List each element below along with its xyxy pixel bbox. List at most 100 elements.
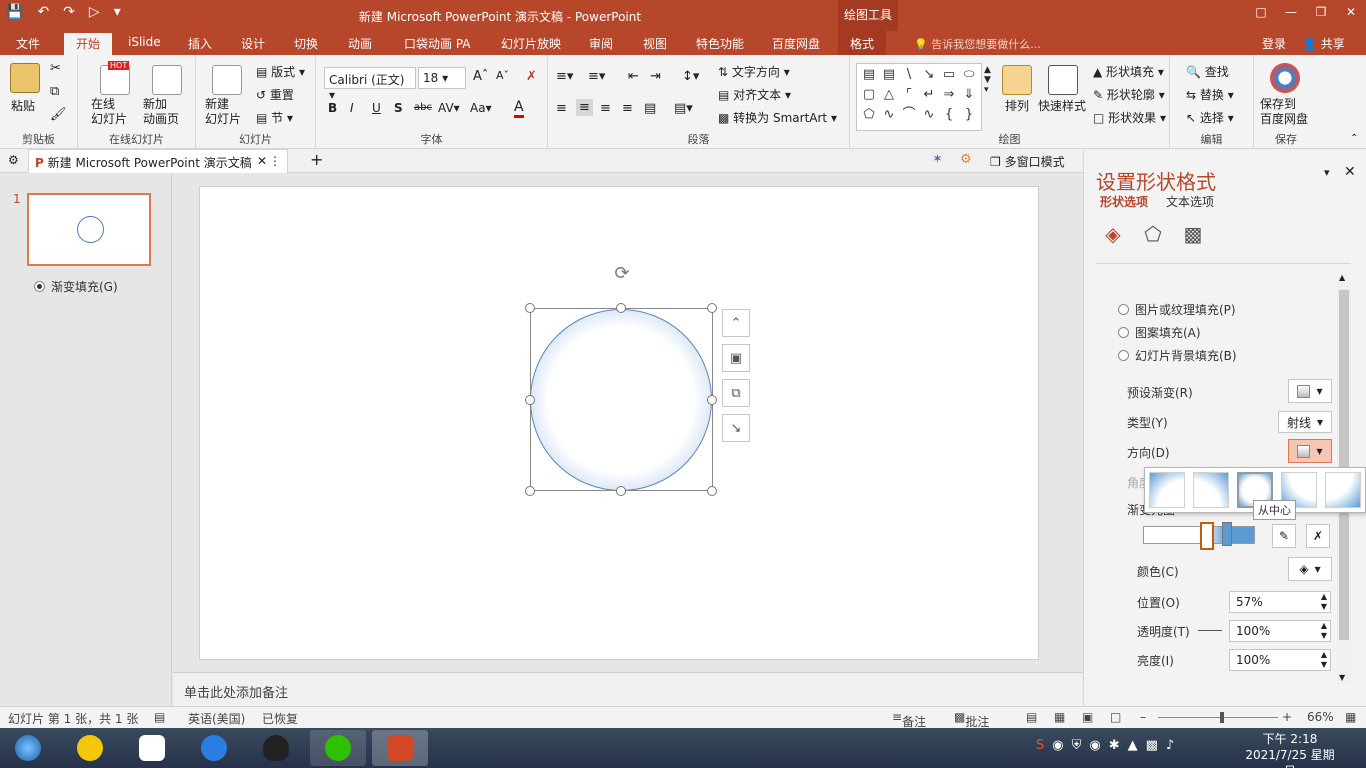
tab-baidu[interactable]: 百度网盘	[772, 35, 820, 52]
slideshow-view-icon[interactable]: □	[1110, 710, 1121, 724]
reset-button[interactable]: ↺ 重置	[256, 86, 294, 103]
restore-button[interactable]: ❐	[1306, 0, 1336, 24]
notes-toggle[interactable]: ≡ 备注	[892, 710, 926, 729]
layer-order-icon[interactable]: ⧉	[722, 379, 750, 407]
shape-options-tab[interactable]: 形状选项	[1100, 193, 1148, 210]
pane-scrollbar-thumb[interactable]	[1339, 290, 1349, 640]
save-to-baidu-button[interactable]: 保存到 百度网盘	[1260, 97, 1308, 127]
scribble-shape-icon[interactable]: ∿	[879, 105, 899, 123]
taskbar-baidu-cloud[interactable]	[124, 730, 180, 766]
layout-button[interactable]: ▤ 版式 ▾	[256, 63, 305, 80]
zoom-out-icon[interactable]: –	[1140, 710, 1146, 724]
volume-icon[interactable]: ♪	[1166, 738, 1174, 753]
position-spinner[interactable]: 57% ▲ ▼	[1229, 591, 1331, 613]
tab-menu-icon[interactable]: ⋮	[269, 154, 281, 168]
direction-from-bottom-left[interactable]	[1193, 472, 1229, 508]
tab-home[interactable]: 开始	[64, 33, 113, 55]
fit-slide-icon[interactable]: ▦	[1345, 710, 1356, 724]
resize-handle-right[interactable]	[707, 395, 717, 405]
bring-forward-icon[interactable]: ⌃	[722, 309, 750, 337]
arrow-right-shape-icon[interactable]: ⇒	[939, 85, 959, 103]
new-slide-icon[interactable]	[212, 65, 242, 95]
freeform-shape-icon[interactable]: ⬠	[859, 105, 879, 123]
resize-handle-left[interactable]	[525, 395, 535, 405]
new-tab-icon[interactable]: +	[310, 150, 323, 169]
resize-handle-top[interactable]	[616, 303, 626, 313]
zoom-level[interactable]: 66%	[1307, 710, 1334, 724]
scroll-down-icon[interactable]: ▼	[1339, 673, 1345, 682]
tab-format[interactable]: 格式	[838, 31, 887, 55]
transparency-slider[interactable]	[1198, 630, 1222, 631]
tell-me-search[interactable]: 💡 告诉我您想要做什么...	[914, 36, 1041, 52]
bold-icon[interactable]: B	[328, 101, 337, 115]
curved-connector-shape-icon[interactable]: ↵	[919, 85, 939, 103]
brightness-spinner[interactable]: 100% ▲ ▼	[1229, 649, 1331, 671]
tab-pocket-animation[interactable]: 口袋动画 PA	[404, 35, 471, 52]
vertical-textbox-shape-icon[interactable]: ▤	[879, 65, 899, 83]
close-tab-icon[interactable]: ✕	[257, 154, 267, 168]
arc-shape-icon[interactable]: ⌒	[899, 105, 919, 123]
copy-icon[interactable]: ⧉	[50, 84, 59, 99]
new-anim-page-button[interactable]: 新加 动画页	[143, 97, 179, 127]
gradient-stop-2[interactable]	[1222, 522, 1232, 546]
shadow-icon[interactable]: S	[394, 101, 403, 115]
arrow-line-shape-icon[interactable]: ↘	[919, 65, 939, 83]
zoom-slider-thumb[interactable]	[1220, 712, 1224, 723]
clear-format-icon[interactable]: ✗	[526, 69, 537, 84]
font-size-combo[interactable]: 18 ▾	[418, 67, 466, 89]
notes-pane[interactable]: 单击此处添加备注	[173, 672, 1083, 706]
line-shape-icon[interactable]: \	[899, 65, 919, 83]
share-button[interactable]: 👤 共享	[1302, 35, 1345, 52]
resize-corner-icon[interactable]: ↘	[722, 414, 750, 442]
quick-styles-icon[interactable]	[1048, 65, 1078, 95]
find-button[interactable]: 🔍 查找	[1186, 63, 1229, 80]
arrange-button[interactable]: 排列	[1005, 97, 1029, 114]
zoom-in-icon[interactable]: +	[1282, 710, 1292, 724]
size-properties-icon[interactable]: ▩	[1180, 222, 1206, 248]
increase-indent-icon[interactable]: ⇥	[650, 69, 661, 84]
char-spacing-icon[interactable]: AV▾	[438, 101, 460, 115]
spinner-arrows-icon[interactable]: ▲ ▼	[1321, 592, 1327, 612]
resize-handle-bottom[interactable]	[616, 486, 626, 496]
strikethrough-icon[interactable]: abc	[414, 102, 432, 113]
gallery-more-icon[interactable]: ▲ ▼ ▾	[984, 65, 991, 95]
close-pane-icon[interactable]: ✕	[1344, 164, 1356, 180]
quick-styles-button[interactable]: 快速样式	[1038, 97, 1086, 114]
paste-icon[interactable]	[10, 63, 40, 93]
comments-toggle[interactable]: ▩ 批注	[954, 710, 989, 729]
textbox-shape-icon[interactable]: ▤	[859, 65, 879, 83]
resize-handle-bottom-right[interactable]	[707, 486, 717, 496]
pane-options-icon[interactable]: ▾	[1324, 166, 1330, 179]
tab-view[interactable]: 视图	[643, 35, 667, 52]
normal-view-icon[interactable]: ▤	[1026, 710, 1037, 724]
shape-outline-button[interactable]: ✎ 形状轮廓 ▾	[1093, 86, 1165, 103]
taskbar-music-app[interactable]	[62, 730, 118, 766]
align-text-button[interactable]: ▤ 对齐文本 ▾	[718, 86, 791, 103]
italic-icon[interactable]: I	[350, 101, 354, 115]
bullets-icon[interactable]: ≡▾	[556, 69, 573, 84]
gear-icon[interactable]: ⚙	[8, 153, 19, 167]
brace-right-shape-icon[interactable]: }	[959, 105, 979, 123]
section-button[interactable]: ▤ 节 ▾	[256, 109, 293, 126]
text-options-tab[interactable]: 文本选项	[1166, 193, 1214, 210]
gradient-stops-bar[interactable]	[1143, 526, 1255, 544]
tray-network-app-icon[interactable]: ◉	[1052, 738, 1063, 753]
transparency-spinner[interactable]: 100% ▲ ▼	[1229, 620, 1331, 642]
tab-animations[interactable]: 动画	[348, 35, 372, 52]
preset-gradient-button[interactable]: ▾	[1288, 379, 1332, 403]
change-case-icon[interactable]: Aa▾	[470, 101, 492, 115]
shape-fill-button[interactable]: ▲ 形状填充 ▾	[1093, 63, 1164, 80]
taskbar-wechat[interactable]	[310, 730, 366, 766]
tab-islide[interactable]: iSlide	[128, 35, 161, 49]
font-family-combo[interactable]: Calibri (正文) ▾	[324, 67, 416, 102]
fill-line-icon[interactable]: ◈	[1100, 222, 1126, 248]
distributed-icon[interactable]: ▤	[644, 101, 656, 116]
reading-view-icon[interactable]: ▣	[1082, 710, 1093, 724]
paste-button[interactable]: 粘贴	[11, 97, 35, 114]
slide-thumbnail[interactable]	[27, 193, 151, 266]
document-tab[interactable]: P 新建 Microsoft PowerPoint 演示文稿 ✕ ⋮	[28, 149, 288, 173]
login-link[interactable]: 登录	[1262, 35, 1286, 52]
tab-features[interactable]: 特色功能	[696, 35, 744, 52]
multi-window-button[interactable]: ❐ 多窗口模式	[990, 153, 1065, 170]
curve-shape-icon[interactable]: ∿	[919, 105, 939, 123]
